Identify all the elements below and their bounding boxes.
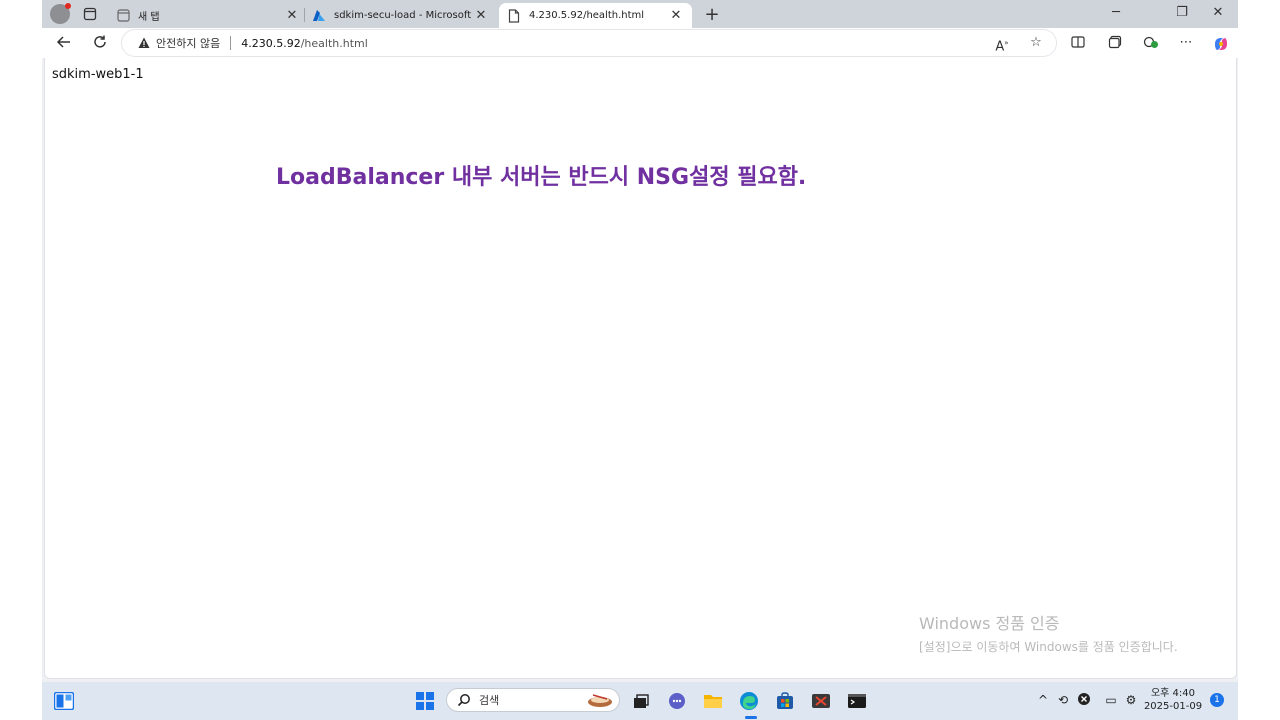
tab-strip: 새 탭 ✕ sdkim-secu-load - Microsoft Azure … [42,0,1238,28]
tab-azure[interactable]: sdkim-secu-load - Microsoft Azure ✕ [304,3,497,28]
tab-title: 4.230.5.92/health.html [529,10,645,21]
azure-icon [312,9,326,23]
refresh-icon[interactable] [91,34,109,52]
search-icon [457,694,470,707]
chevron-up-icon[interactable]: ^ [1035,692,1051,708]
read-aloud-icon[interactable]: A» [994,35,1010,54]
tab-actions-icon[interactable] [82,6,98,22]
new-tab-page-icon [116,9,130,23]
watermark-subtitle: [설정]으로 이동하여 Windows를 정품 인증합니다. [919,640,1178,654]
activation-watermark: Windows 정품 인증 [설정]으로 이동하여 Windows를 정품 인증… [919,610,1178,655]
page-icon [507,8,521,23]
start-windows-icon[interactable] [416,692,434,710]
close-icon[interactable]: ✕ [668,8,684,23]
widgets-icon[interactable] [53,691,75,711]
security-label[interactable]: 안전하지 않음 [156,35,220,51]
address-bar[interactable]: 안전하지 않음 4.230.5.92 /health.html A» ☆ [122,30,1056,56]
address-divider [230,36,232,50]
collections-icon[interactable] [1107,35,1123,51]
teams-chat-icon[interactable] [667,691,687,711]
close-icon[interactable]: ✕ [284,8,300,23]
system-clock[interactable]: 오후 4:40 2025-01-09 [1142,687,1204,713]
active-app-indicator [745,716,757,719]
copilot-icon[interactable] [1212,35,1228,51]
url-path[interactable]: /health.html [301,37,368,50]
page-viewport: sdkim-web1-1 LoadBalancer 내부 서버는 반드시 NSG… [44,58,1237,679]
search-highlight-icon [588,694,612,707]
clock-date: 2025-01-09 [1143,701,1203,712]
edge-browser-icon[interactable] [739,691,759,711]
extensions-icon[interactable] [1143,35,1159,51]
page-headline: LoadBalancer 내부 서버는 반드시 NSG설정 필요함. [276,165,807,190]
desktop-screen: 새 탭 ✕ sdkim-secu-load - Microsoft Azure … [42,0,1238,720]
volume-settings-icon[interactable]: ⚙ [1123,692,1139,708]
new-tab-button[interactable]: + [702,4,722,25]
file-explorer-icon[interactable] [703,691,723,711]
watermark-title: Windows 정품 인증 [919,614,1060,633]
profile-avatar[interactable] [50,3,71,24]
taskbar-search-box[interactable]: 검색 [446,688,620,712]
restore-icon[interactable]: ❐ [1172,5,1192,20]
taskbar: 검색 ^ ⟲ ▭ ⚙ 오후 4:40 2025-01-09 1 [42,682,1238,720]
search-label: 검색 [479,694,500,707]
close-window-icon[interactable]: ✕ [1208,5,1228,20]
snipping-tool-icon[interactable] [811,691,831,711]
microsoft-store-icon[interactable] [775,691,795,711]
close-icon[interactable]: ✕ [473,8,489,23]
clock-time: 오후 4:40 [1150,688,1196,699]
tab-title: sdkim-secu-load - Microsoft Azure [334,10,473,21]
error-status-icon[interactable] [1076,692,1092,708]
more-options-icon[interactable]: ⋯ [1178,35,1194,51]
split-screen-icon[interactable] [1070,35,1086,51]
tab-new-tab[interactable]: 새 탭 ✕ [108,3,308,28]
browser-toolbar: 안전하지 않음 4.230.5.92 /health.html A» ☆ ⋯ [42,28,1238,58]
back-icon[interactable] [55,34,73,52]
tab-health[interactable]: 4.230.5.92/health.html ✕ [499,3,692,28]
task-view-icon[interactable] [631,691,651,711]
url-host[interactable]: 4.230.5.92 [241,37,300,50]
sync-icon[interactable]: ⟲ [1055,692,1071,708]
display-network-icon[interactable]: ▭ [1103,692,1119,708]
tab-title: 새 탭 [138,12,160,23]
notification-badge[interactable]: 1 [1210,693,1224,707]
terminal-icon[interactable] [847,691,867,711]
server-name: sdkim-web1-1 [52,67,144,82]
minimize-icon[interactable]: ─ [1106,5,1126,20]
favorite-star-icon[interactable]: ☆ [1028,35,1044,51]
warning-icon[interactable] [138,37,150,49]
